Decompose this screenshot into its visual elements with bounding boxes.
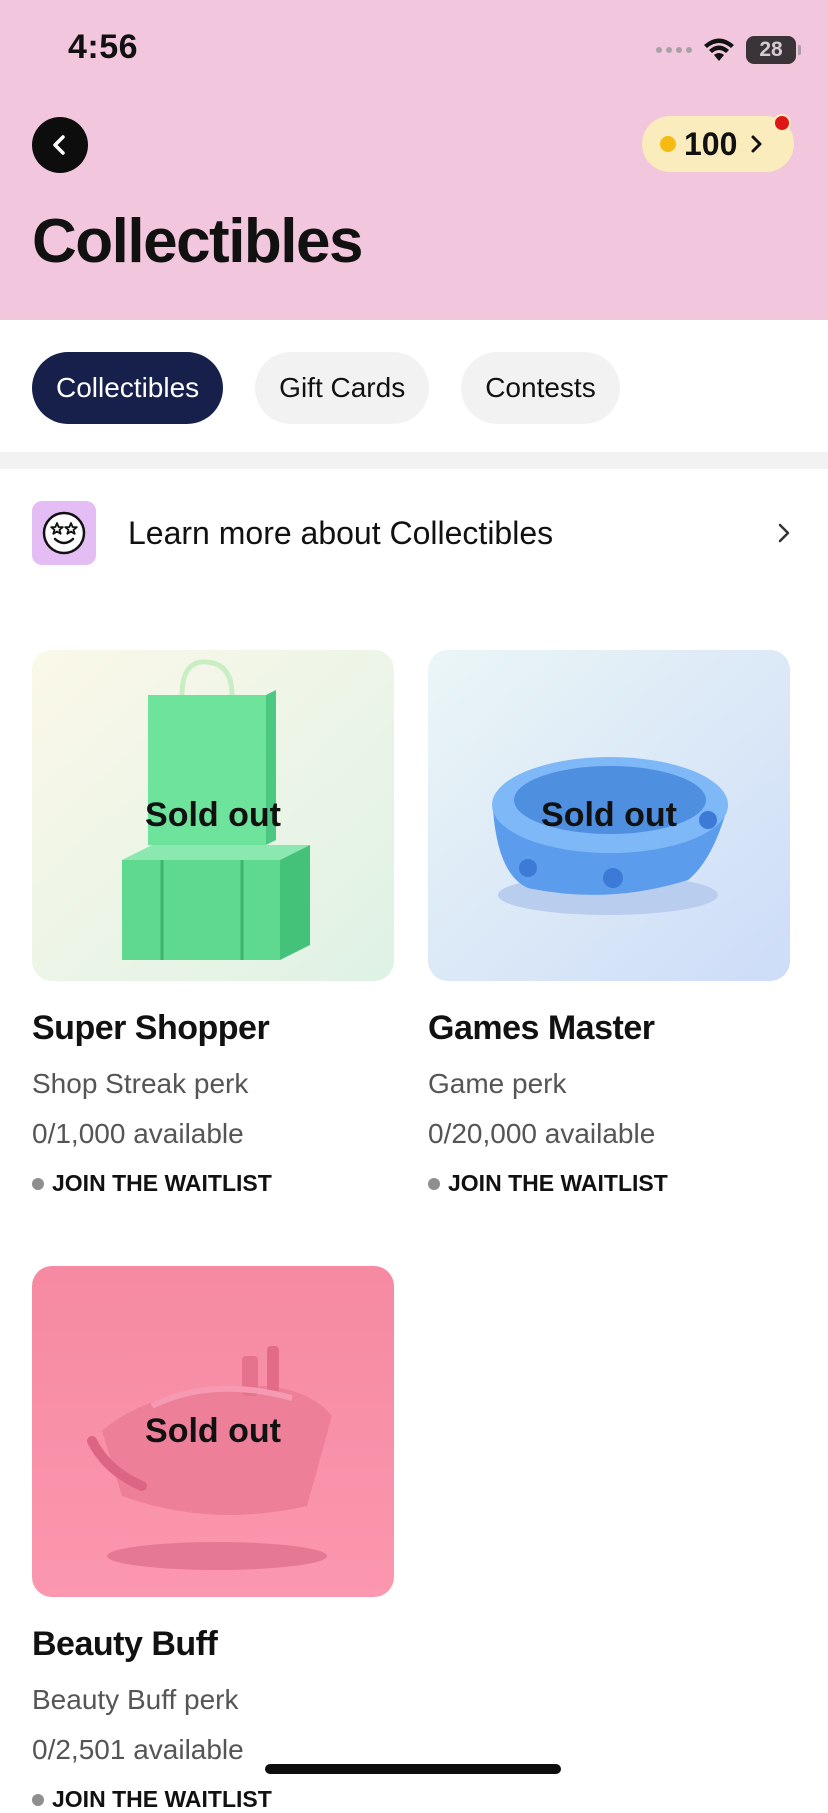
card-perk: Beauty Buff perk bbox=[32, 1684, 239, 1715]
tab-bar: Collectibles Gift Cards Contests bbox=[32, 352, 620, 424]
status-time: 4:56 bbox=[68, 28, 139, 66]
status-dot bbox=[428, 1177, 440, 1190]
header: 4:56 28 100 Collectibles bbox=[0, 0, 828, 320]
collectible-card-games-master[interactable]: Sold out Games Master Game perk 0/20,000… bbox=[428, 650, 790, 1197]
sold-out-label: Sold out bbox=[541, 796, 677, 834]
chevron-right-icon bbox=[778, 523, 790, 543]
status-icons: 28 bbox=[656, 32, 801, 68]
notification-dot bbox=[773, 114, 791, 132]
learn-more-row[interactable]: Learn more about Collectibles bbox=[32, 501, 796, 565]
join-waitlist-link[interactable]: JOIN THE WAITLIST bbox=[428, 1170, 790, 1197]
chevron-right-icon bbox=[751, 135, 762, 153]
points-value: 100 bbox=[684, 125, 738, 162]
join-waitlist-label: JOIN THE WAITLIST bbox=[52, 1786, 272, 1812]
card-title: Games Master bbox=[428, 1009, 655, 1047]
battery-level: 28 bbox=[759, 38, 783, 61]
card-perk: Game perk bbox=[428, 1068, 567, 1099]
card-title: Super Shopper bbox=[32, 1009, 270, 1047]
learn-chevron bbox=[772, 521, 796, 545]
section-divider bbox=[0, 452, 828, 469]
tab-gift-cards[interactable]: Gift Cards bbox=[255, 352, 430, 424]
card-image: Sold out bbox=[428, 650, 790, 981]
collectible-card-super-shopper[interactable]: Sold out Super Shopper Shop Streak perk … bbox=[32, 650, 394, 1197]
join-waitlist-label: JOIN THE WAITLIST bbox=[52, 1170, 272, 1196]
coin-icon bbox=[660, 136, 676, 152]
status-dot bbox=[32, 1177, 44, 1190]
points-balance-button[interactable]: 100 bbox=[642, 116, 794, 172]
join-waitlist-link[interactable]: JOIN THE WAITLIST bbox=[32, 1786, 394, 1813]
collectible-card-beauty-buff[interactable]: Sold out Beauty Buff Beauty Buff perk 0/… bbox=[32, 1266, 394, 1813]
sold-out-label: Sold out bbox=[145, 1412, 281, 1450]
card-availability: 0/20,000 available bbox=[428, 1118, 656, 1149]
join-waitlist-link[interactable]: JOIN THE WAITLIST bbox=[32, 1170, 394, 1197]
card-perk: Shop Streak perk bbox=[32, 1068, 249, 1099]
page-title: Collectibles bbox=[32, 207, 364, 276]
card-availability: 0/2,501 available bbox=[32, 1734, 244, 1765]
sold-out-label: Sold out bbox=[145, 796, 281, 834]
home-indicator bbox=[265, 1764, 561, 1774]
tab-contests[interactable]: Contests bbox=[461, 352, 620, 424]
card-availability: 0/1,000 available bbox=[32, 1118, 244, 1149]
battery-icon: 28 bbox=[746, 36, 801, 64]
join-waitlist-label: JOIN THE WAITLIST bbox=[448, 1170, 668, 1196]
card-image: Sold out bbox=[32, 1266, 394, 1597]
back-button[interactable] bbox=[32, 117, 88, 173]
wifi-icon bbox=[704, 38, 734, 61]
learn-more-label: Learn more about Collectibles bbox=[128, 514, 554, 551]
star-eyes-face-icon bbox=[42, 511, 86, 555]
chevron-left-icon bbox=[53, 135, 65, 155]
learn-icon-tile bbox=[32, 501, 96, 565]
cellular-signal-icon bbox=[656, 47, 692, 53]
status-dot bbox=[32, 1793, 44, 1806]
tab-collectibles[interactable]: Collectibles bbox=[32, 352, 224, 424]
card-image: Sold out bbox=[32, 650, 394, 981]
card-title: Beauty Buff bbox=[32, 1625, 218, 1663]
